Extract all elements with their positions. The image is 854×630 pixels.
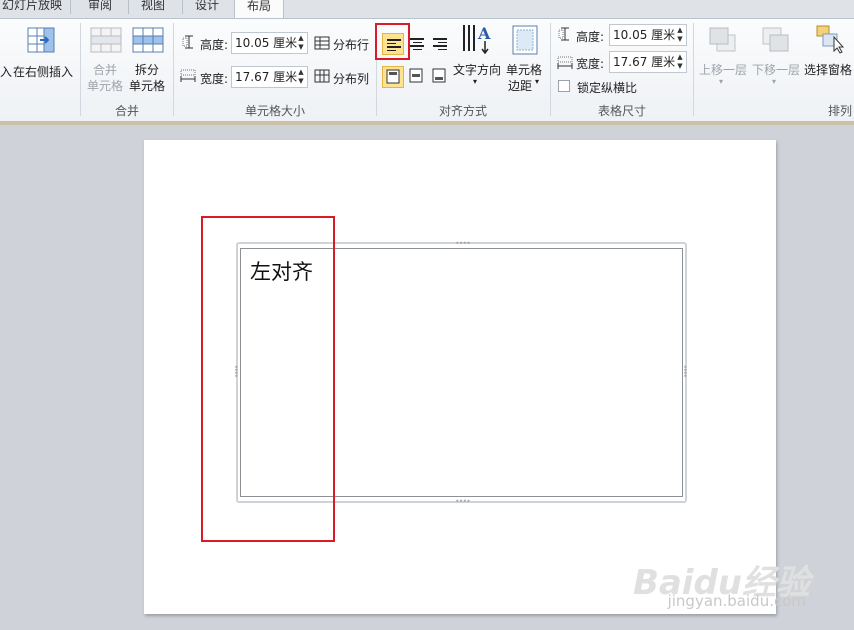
tab-slideshow[interactable]: 幻灯片放映	[0, 0, 68, 18]
cell-height-input[interactable]: 10.05 厘米 ▲ ▼	[231, 32, 308, 54]
group-label-cell-size: 单元格大小	[244, 104, 305, 118]
group-label-alignment: 对齐方式	[438, 104, 487, 118]
cell-margin-icon[interactable]	[512, 25, 538, 55]
table-width-input[interactable]: 17.67 厘米 ▲ ▼	[609, 51, 687, 73]
distribute-columns-icon	[314, 69, 330, 86]
cell-margin-button[interactable]: 单元格	[506, 61, 542, 78]
align-right-icon	[433, 38, 447, 52]
align-middle-button[interactable]	[406, 66, 428, 88]
insert-right-icon[interactable]	[26, 25, 58, 55]
tab-divider	[128, 0, 129, 14]
table-width-value[interactable]: 17.67 厘米	[613, 55, 675, 69]
table-height-icon	[558, 27, 572, 44]
table-height-label: 高度:	[576, 30, 605, 44]
bring-forward-button: 上移一层	[699, 63, 748, 77]
merge-cells-label-1: 合并	[93, 63, 118, 77]
cell-width-input[interactable]: 17.67 厘米 ▲ ▼	[231, 66, 308, 88]
align-bottom-button[interactable]	[429, 66, 451, 88]
merge-cells-label-2: 单元格	[87, 79, 124, 93]
spinner-arrows-icon[interactable]: ▲ ▼	[676, 53, 684, 71]
selection-pane-button[interactable]: 选择窗格	[804, 61, 852, 78]
tab-design[interactable]: 设计	[189, 0, 225, 18]
text-direction-icon[interactable]: A	[461, 21, 493, 55]
table-height-input[interactable]: 10.05 厘米 ▲ ▼	[609, 24, 687, 46]
table-width-label: 宽度:	[576, 57, 605, 71]
ribbon-tab-bar: 幻灯片放映 审阅 视图 设计 布局	[0, 0, 854, 18]
tab-divider	[182, 0, 183, 14]
insert-right-button[interactable]: 在右侧插入	[13, 63, 73, 80]
align-center-icon	[410, 38, 424, 52]
watermark-url: jingyan.baidu.com	[667, 592, 806, 610]
group-divider	[80, 23, 81, 116]
ribbon-bottom-border	[0, 121, 854, 125]
distribute-rows-icon	[314, 36, 330, 53]
align-top-button[interactable]	[382, 66, 404, 88]
group-label-table-size: 表格尺寸	[597, 104, 646, 118]
align-top-icon	[386, 69, 400, 84]
distribute-rows-button[interactable]: 分布行	[333, 36, 369, 53]
column-width-icon	[180, 68, 196, 85]
group-divider	[173, 23, 174, 116]
cell-margin-label-2[interactable]: 边距	[508, 77, 532, 94]
cell-height-label: 高度:	[200, 38, 229, 52]
spinner-arrows-icon[interactable]: ▲ ▼	[297, 34, 305, 52]
group-label-arrange: 排列	[827, 104, 852, 118]
resize-handle-top[interactable]: ••••	[455, 240, 471, 248]
resize-handle-right[interactable]: • • • •	[683, 364, 688, 381]
tab-review[interactable]: 审阅	[82, 0, 118, 18]
split-cells-label-2[interactable]: 单元格	[129, 77, 165, 94]
table-width-icon	[557, 55, 573, 72]
align-center-button[interactable]	[406, 33, 428, 55]
tab-view[interactable]: 视图	[135, 0, 171, 18]
align-left-icon	[387, 39, 401, 53]
group-divider	[550, 23, 551, 116]
tab-divider	[70, 0, 71, 14]
align-middle-icon	[409, 68, 423, 83]
split-cells-button[interactable]: 拆分	[135, 61, 159, 78]
text-direction-button[interactable]: 文字方向	[453, 61, 501, 78]
cell-width-value[interactable]: 17.67 厘米	[235, 70, 297, 84]
distribute-columns-button[interactable]: 分布列	[333, 70, 369, 87]
tab-layout[interactable]: 布局	[234, 0, 284, 18]
group-divider	[376, 23, 377, 116]
lock-aspect-label[interactable]: 锁定纵横比	[577, 79, 637, 96]
table-cell-text[interactable]: 左对齐	[250, 256, 313, 286]
dropdown-arrow-icon[interactable]: ▾	[535, 77, 539, 86]
table-height-value[interactable]: 10.05 厘米	[613, 28, 675, 42]
dropdown-arrow-icon: ▾	[772, 77, 777, 86]
split-cells-icon[interactable]	[132, 25, 164, 55]
align-left-button[interactable]	[382, 33, 404, 55]
svg-text:A: A	[477, 24, 491, 43]
lock-aspect-checkbox[interactable]	[558, 80, 570, 92]
dropdown-arrow-icon[interactable]: ▾	[473, 77, 477, 86]
spinner-arrows-icon[interactable]: ▲ ▼	[676, 26, 684, 44]
align-right-button[interactable]	[429, 33, 451, 55]
group-divider	[693, 23, 694, 116]
resize-handle-left[interactable]: • • • •	[234, 364, 239, 381]
ribbon: 入 在右侧插入 合并 单元格 拆分 单元格 合并 高度: 10.05 厘米 ▲ …	[0, 18, 854, 121]
row-height-icon	[182, 35, 196, 52]
cell-height-value[interactable]: 10.05 厘米	[235, 36, 297, 50]
insert-left-button[interactable]: 入	[0, 63, 12, 80]
bring-forward-icon	[707, 25, 739, 55]
spinner-arrows-icon[interactable]: ▲ ▼	[297, 68, 305, 86]
cell-width-label: 宽度:	[200, 72, 229, 86]
dropdown-arrow-icon: ▾	[719, 77, 724, 86]
merge-cells-icon	[90, 25, 122, 55]
selection-pane-icon[interactable]	[814, 23, 846, 55]
resize-handle-bottom[interactable]: ••••	[455, 498, 471, 506]
send-backward-button: 下移一层	[752, 63, 801, 77]
align-bottom-icon	[432, 68, 446, 83]
group-label-merge: 合并	[114, 104, 139, 118]
send-backward-icon	[760, 25, 792, 55]
